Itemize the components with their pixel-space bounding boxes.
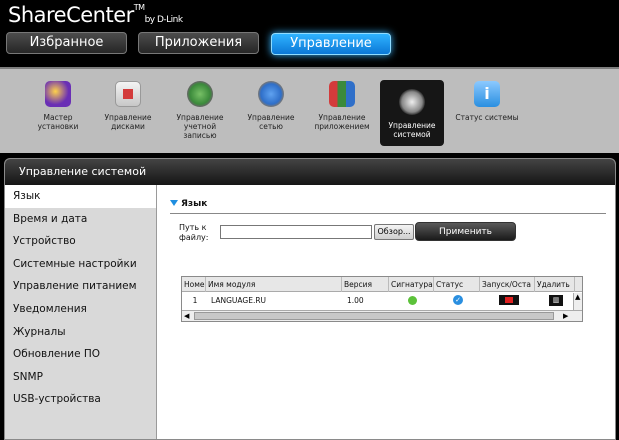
stop-button-icon[interactable] xyxy=(498,295,519,305)
sidebar-item-logs[interactable]: Журналы xyxy=(5,321,156,344)
tab-favorites[interactable]: Избранное xyxy=(6,32,127,54)
trash-icon[interactable]: ▥ xyxy=(549,295,563,306)
disk-management-icon xyxy=(115,81,141,107)
file-path-label: Путь к файлу: xyxy=(179,223,209,242)
toolbar-label: Управление приложением xyxy=(314,113,370,131)
sidebar-item-power-management[interactable]: Управление питанием xyxy=(5,275,156,298)
section-header[interactable]: Язык xyxy=(170,199,207,209)
brand-by: by D-Link xyxy=(144,15,184,25)
file-path-input[interactable] xyxy=(220,225,372,239)
management-toolbar: Мастер установки Управление дисками Упра… xyxy=(0,67,619,153)
sidebar-item-device[interactable]: Устройство xyxy=(5,230,156,253)
toolbar-label: Управление системой xyxy=(388,121,436,139)
col-number[interactable]: Номе xyxy=(182,277,206,292)
toolbar-label: Мастер установки xyxy=(37,113,79,131)
col-version[interactable]: Версия xyxy=(342,277,389,292)
cell-module-name: LANGUAGE.RU xyxy=(211,296,267,305)
table-row: 1 LANGUAGE.RU 1.00 ✓ ▥ xyxy=(182,293,577,308)
scroll-up-icon[interactable]: ▲ xyxy=(575,293,580,302)
toolbar-system-status[interactable]: i Статус системы xyxy=(452,81,522,122)
status-check-icon: ✓ xyxy=(453,295,463,305)
section-divider xyxy=(170,213,606,214)
cell-version: 1.00 xyxy=(347,296,364,305)
horizontal-scrollbar[interactable]: ◀ ▶ xyxy=(182,310,582,321)
scroll-left-icon[interactable]: ◀ xyxy=(184,312,189,321)
toolbar-label: Управление сетью xyxy=(247,113,295,131)
vertical-scrollbar[interactable]: ▲ xyxy=(573,293,582,311)
sidebar-item-time-date[interactable]: Время и дата xyxy=(5,208,156,231)
col-signature[interactable]: Сигнатура xyxy=(389,277,434,292)
sidebar-item-firmware-update[interactable]: Обновление ПО xyxy=(5,343,156,366)
tab-management[interactable]: Управление xyxy=(271,33,391,55)
toolbar-disk-management[interactable]: Управление дисками xyxy=(96,81,160,131)
cell-status: ✓ xyxy=(434,293,480,308)
cell-signature xyxy=(389,293,434,308)
toolbar-label: Управление дисками xyxy=(104,113,152,131)
account-management-icon xyxy=(187,81,213,107)
brand-logo: ShareCenterTM by D-Link xyxy=(8,3,183,27)
main-content: Язык Путь к файлу: Обзор... Применить Но… xyxy=(156,185,615,439)
system-management-icon xyxy=(399,89,425,115)
system-status-icon: i xyxy=(474,81,500,107)
col-status[interactable]: Статус xyxy=(434,277,480,292)
cell-number: 1 xyxy=(192,296,198,305)
application-management-icon xyxy=(329,81,355,107)
cell-delete: ▥ xyxy=(535,293,575,308)
col-module-name[interactable]: Имя модуля xyxy=(206,277,342,292)
section-title: Язык xyxy=(181,199,208,209)
sidebar-item-notifications[interactable]: Уведомления xyxy=(5,298,156,321)
col-start-stop[interactable]: Запуск/Оста xyxy=(480,277,535,292)
toolbar-account-management[interactable]: Управление учетной записью xyxy=(168,81,232,140)
brand-trademark: TM xyxy=(133,3,145,12)
cell-start-stop xyxy=(480,293,535,308)
language-pack-table: Номе Имя модуля Версия Сигнатура Статус … xyxy=(181,276,583,322)
table-header: Номе Имя модуля Версия Сигнатура Статус … xyxy=(182,277,582,292)
toolbar-system-management[interactable]: Управление системой xyxy=(380,80,444,146)
brand-name: ShareCenter xyxy=(8,3,134,27)
sidebar-item-language[interactable]: Язык xyxy=(5,185,156,208)
panel-title: Управление системой xyxy=(5,159,615,185)
toolbar-setup-wizard[interactable]: Мастер установки xyxy=(26,81,90,131)
sidebar-item-snmp[interactable]: SNMP xyxy=(5,366,156,389)
scroll-right-icon[interactable]: ▶ xyxy=(563,312,568,321)
network-management-icon xyxy=(258,81,284,107)
sidebar-item-system-settings[interactable]: Системные настройки xyxy=(5,253,156,276)
toolbar-application-management[interactable]: Управление приложением xyxy=(310,81,374,131)
browse-button[interactable]: Обзор... xyxy=(374,224,414,240)
signature-ok-icon xyxy=(408,296,417,305)
toolbar-label: Статус системы xyxy=(455,113,519,122)
toolbar-network-management[interactable]: Управление сетью xyxy=(239,81,303,131)
scroll-thumb[interactable] xyxy=(194,312,554,320)
sidebar-item-usb-devices[interactable]: USB-устройства xyxy=(5,388,156,411)
col-delete[interactable]: Удалить xyxy=(535,277,575,292)
toolbar-label: Управление учетной записью xyxy=(176,113,224,140)
content-panel: Управление системой Язык Время и дата Ус… xyxy=(4,158,616,440)
sidebar: Язык Время и дата Устройство Системные н… xyxy=(5,185,156,439)
collapse-triangle-icon xyxy=(170,200,178,206)
tab-applications[interactable]: Приложения xyxy=(138,32,259,54)
wizard-icon xyxy=(45,81,71,107)
apply-button[interactable]: Применить xyxy=(415,222,516,241)
